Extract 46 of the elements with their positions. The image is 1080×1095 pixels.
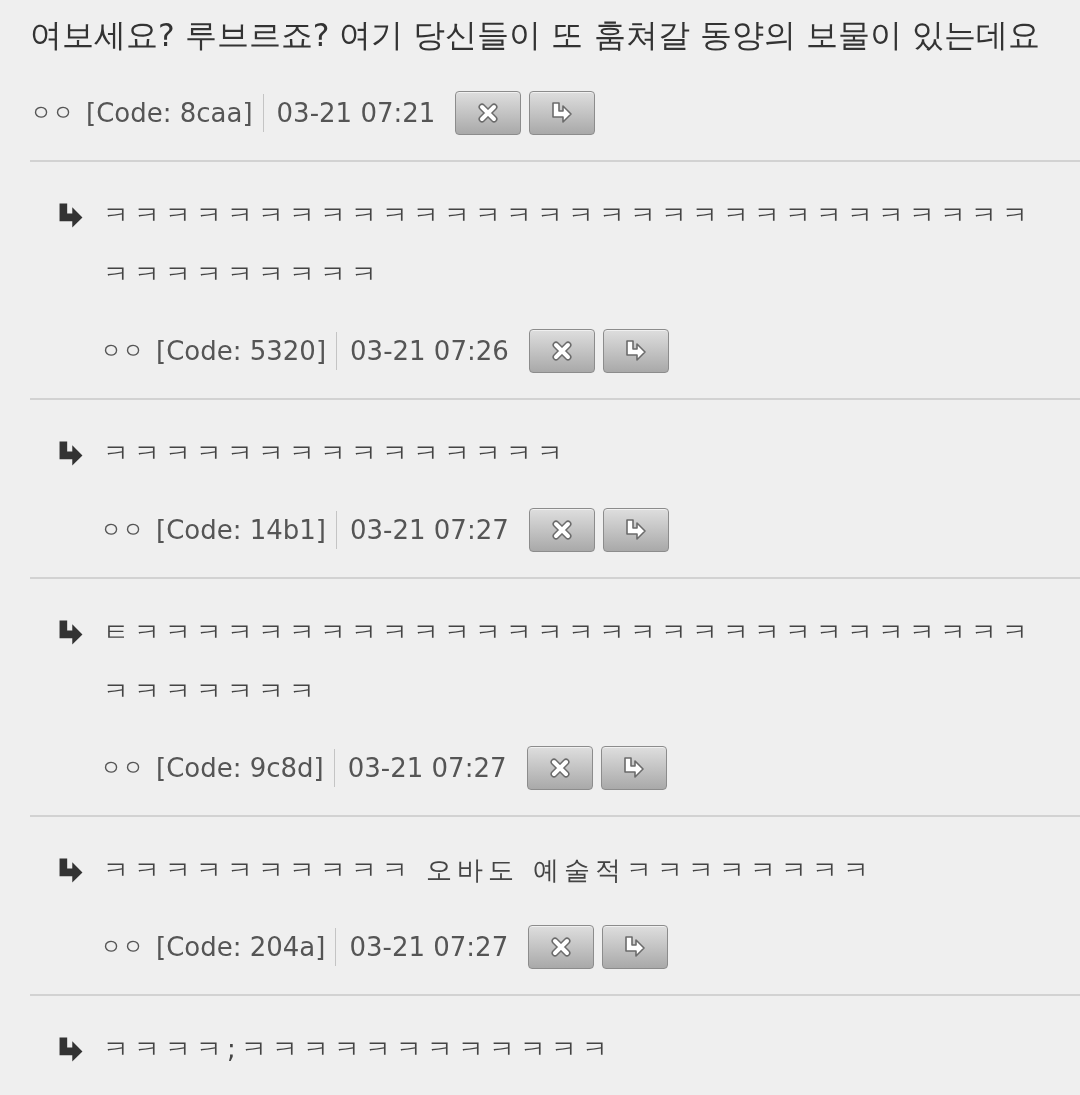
comment-code: [Code: 5320] bbox=[156, 336, 327, 366]
reply-text: ㅋㅋㅋㅋ;ㅋㅋㅋㅋㅋㅋㅋㅋㅋㅋㅋㅋ bbox=[103, 1033, 613, 1066]
comment-code: [Code: 204a] bbox=[156, 932, 326, 962]
timestamp: 03-21 07:26 bbox=[350, 336, 509, 366]
bent-arrow-icon bbox=[57, 202, 85, 229]
reply-text: ㅋㅋㅋㅋㅋㅋㅋㅋㅋㅋㅋㅋㅋㅋㅋㅋㅋㅋㅋㅋㅋㅋㅋㅋㅋㅋㅋㅋㅋㅋㅋㅋㅋㅋㅋㅋㅋㅋㅋ bbox=[103, 199, 1034, 291]
author-name: ㅇㅇ bbox=[100, 337, 144, 365]
delete-button[interactable] bbox=[526, 746, 593, 790]
reply-button[interactable] bbox=[529, 91, 596, 135]
bent-arrow-icon bbox=[57, 440, 85, 467]
reply-text: ㅋㅋㅋㅋㅋㅋㅋㅋㅋㅋㅋㅋㅋㅋㅋ bbox=[103, 437, 568, 470]
author-name: ㅇㅇ bbox=[100, 516, 144, 544]
post-text: 여보세요? 루브르죠? 여기 당신들이 또 훔쳐갈 동양의 보물이 있는데요 bbox=[30, 16, 1041, 55]
cross-icon bbox=[550, 936, 573, 958]
author-name: ㅇㅇ bbox=[100, 754, 144, 782]
bent-arrow-icon bbox=[57, 1036, 85, 1063]
cross-icon bbox=[550, 340, 573, 362]
author-name: ㅇㅇ bbox=[30, 99, 74, 127]
timestamp: 03-21 07:27 bbox=[349, 932, 509, 962]
reply-button[interactable] bbox=[600, 746, 667, 790]
timestamp: 03-21 07:21 bbox=[276, 98, 436, 128]
delete-button[interactable] bbox=[528, 329, 595, 373]
reply-button[interactable] bbox=[602, 329, 669, 373]
bent-arrow-icon bbox=[551, 102, 574, 124]
bent-arrow-icon bbox=[624, 936, 647, 958]
cross-icon bbox=[477, 102, 500, 124]
bent-arrow-icon bbox=[57, 619, 85, 646]
author-name: ㅇㅇ bbox=[100, 933, 144, 961]
cross-icon bbox=[548, 757, 571, 779]
reply-button[interactable] bbox=[602, 508, 669, 552]
reply-text: ㅌㅋㅋㅋㅋㅋㅋㅋㅋㅋㅋㅋㅋㅋㅋㅋㅋㅋㅋㅋㅋㅋㅋㅋㅋㅋㅋㅋㅋㅋㅋㅋㅋㅋㅋㅋㅋ bbox=[103, 616, 1034, 708]
delete-button[interactable] bbox=[455, 91, 522, 135]
reply-text: ㅋㅋㅋㅋㅋㅋㅋㅋㅋㅋ 오바도 예술적ㅋㅋㅋㅋㅋㅋㅋㅋ bbox=[103, 854, 874, 887]
delete-button[interactable] bbox=[528, 508, 595, 552]
reply-button[interactable] bbox=[602, 925, 669, 969]
bent-arrow-icon bbox=[622, 757, 645, 779]
bent-arrow-icon bbox=[624, 340, 647, 362]
bent-arrow-icon bbox=[57, 857, 85, 884]
comment-code: [Code: 9c8d] bbox=[156, 753, 324, 783]
comment-code: [Code: 8caa] bbox=[86, 98, 253, 128]
timestamp: 03-21 07:27 bbox=[347, 753, 507, 783]
bent-arrow-icon bbox=[624, 519, 647, 541]
comment-code: [Code: 14b1] bbox=[156, 515, 326, 545]
cross-icon bbox=[550, 519, 573, 541]
delete-button[interactable] bbox=[528, 925, 595, 969]
timestamp: 03-21 07:27 bbox=[350, 515, 509, 545]
